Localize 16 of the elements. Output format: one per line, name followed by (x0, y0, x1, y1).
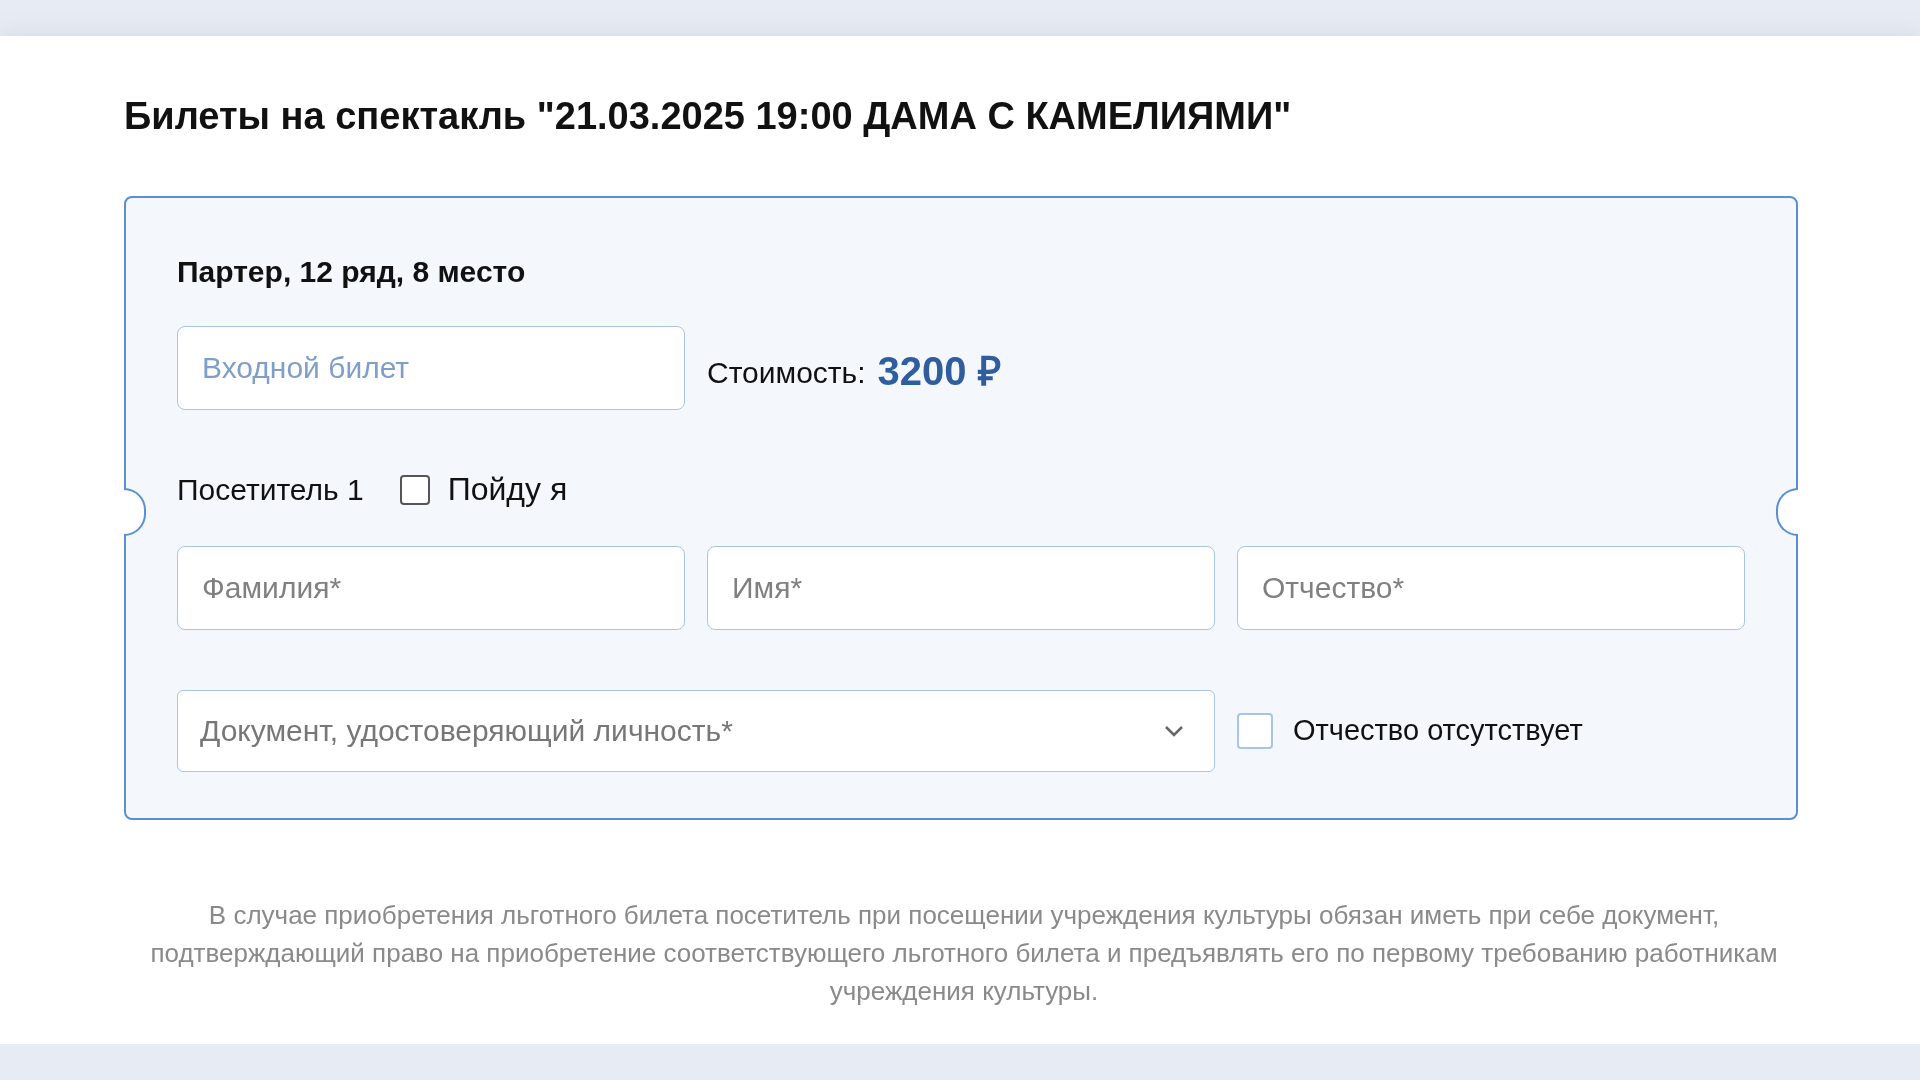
checkbox-label[interactable]: Отчество отсутствует (1293, 714, 1583, 748)
name-field[interactable]: Имя* (707, 545, 1215, 630)
notice-text: В случае приобретения льготного билета посетитель при посещении учреждения культуры обязан иметь при себе документ, подтверждающий право на приобретение соответствующего льготного билета и предъявлять его по первому требованию работникам учреждения культуры. (149, 898, 1779, 1008)
checkbox-label[interactable]: Пойду я (447, 471, 568, 509)
name-field[interactable]: Фамилия* (177, 545, 685, 630)
checkbox[interactable] (1237, 712, 1273, 749)
checkbox[interactable] (399, 474, 430, 505)
ticket-type-field[interactable]: Входной билет (177, 325, 685, 410)
seat-label: Партер, 12 ряд, 8 место (177, 253, 527, 290)
chevron-down-icon (1164, 724, 1184, 737)
name-field[interactable]: Отчество* (1237, 545, 1745, 630)
page-title: Билеты на спектакль "21.03.2025 19:00 ДАМА С КАМЕЛИЯМИ" (124, 94, 1293, 139)
cost-label: Стоимость: (707, 354, 866, 390)
document-dropdown[interactable]: Документ, удостоверяющий личность* (177, 689, 1215, 772)
visitor-label: Посетитель 1 (177, 472, 364, 507)
price: 3200 ₽ (877, 348, 1001, 396)
